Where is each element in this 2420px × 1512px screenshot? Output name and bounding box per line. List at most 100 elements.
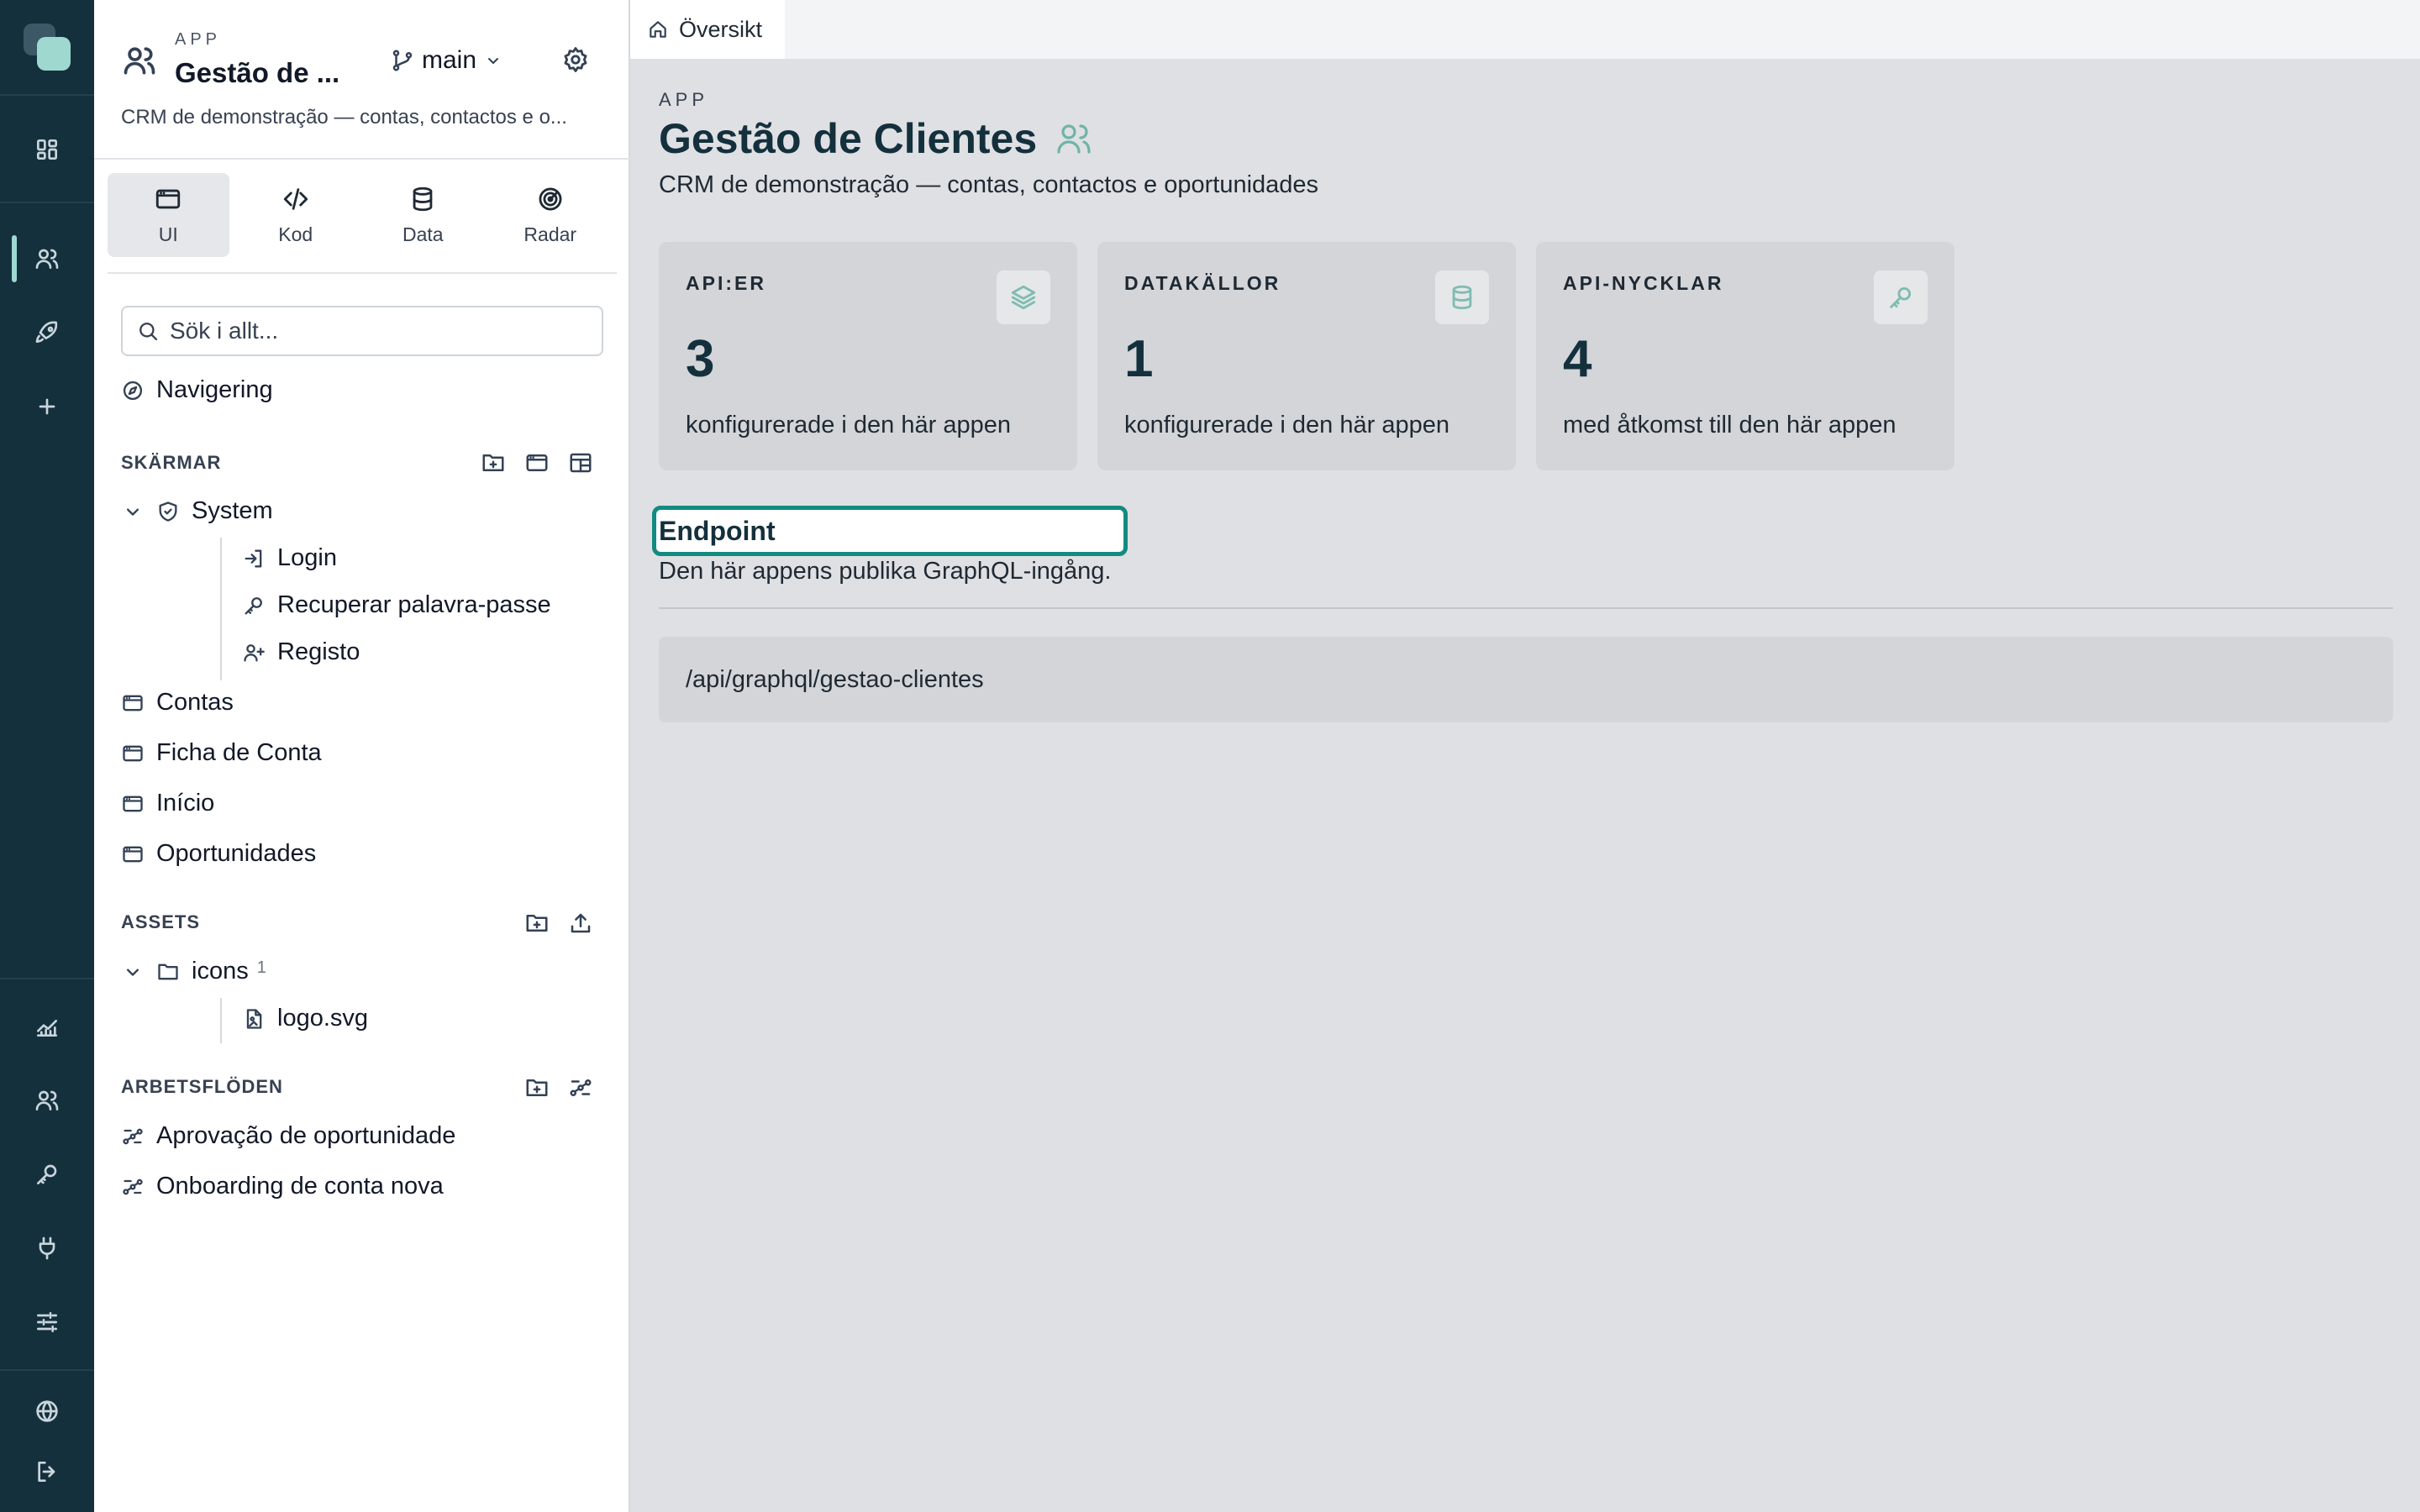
home-icon <box>647 18 669 40</box>
users-icon <box>1054 118 1094 159</box>
window-icon <box>121 691 145 715</box>
folder-label: System <box>192 497 273 524</box>
chart-icon[interactable] <box>24 1003 71 1050</box>
sliders-icon[interactable] <box>24 1299 71 1346</box>
endpoint-description: Den här appens publika GraphQL-ingång. <box>659 558 1112 585</box>
stat-label: API:ER <box>686 272 766 294</box>
workflows-actions <box>524 1075 593 1100</box>
tab-radar[interactable]: Radar <box>490 173 612 257</box>
radar-icon <box>536 185 565 213</box>
workflow-onboarding-de-conta-nova[interactable]: Onboarding de conta nova <box>121 1173 444 1200</box>
screen-registo[interactable]: Registo <box>242 638 360 666</box>
active-indicator <box>12 235 17 282</box>
database-icon <box>408 185 437 213</box>
tree-guide <box>220 538 222 680</box>
endpoint-url-field[interactable]: /api/graphql/gestao-clientes <box>659 637 2393 722</box>
window-icon <box>121 843 145 866</box>
page-description: CRM de demonstração — contas, contactos … <box>659 171 1319 198</box>
tab-data[interactable]: Data <box>362 173 484 257</box>
stat-card-datasources[interactable]: DATAKÄLLOR 1 konfigurerade i den här app… <box>1097 242 1516 470</box>
add-folder-icon[interactable] <box>524 911 550 936</box>
tab-label: UI <box>158 223 178 245</box>
screen-contas[interactable]: Contas <box>121 689 234 717</box>
window-icon <box>154 185 182 213</box>
screen-oportunidades[interactable]: Oportunidades <box>121 840 316 868</box>
screen-ficha-de-conta[interactable]: Ficha de Conta <box>121 739 322 767</box>
logo[interactable] <box>24 24 71 71</box>
add-folder-icon[interactable] <box>524 1075 550 1100</box>
sidebar-item-navigation[interactable]: Navigering <box>121 376 273 404</box>
app-rail <box>0 0 94 1512</box>
logout-icon[interactable] <box>24 1448 71 1495</box>
folder-icons[interactable]: icons 1 <box>121 958 266 985</box>
screen-label: Oportunidades <box>156 840 317 867</box>
search-box[interactable] <box>121 306 603 356</box>
page-kicker: APP <box>659 89 709 110</box>
team-icon[interactable] <box>24 1077 71 1124</box>
assets-actions <box>524 911 593 936</box>
rail-divider <box>0 202 94 203</box>
add-screen-icon[interactable] <box>524 450 550 475</box>
screen-inicio[interactable]: Início <box>121 790 214 817</box>
screen-label: Início <box>156 790 215 816</box>
folder-system[interactable]: System <box>121 497 273 525</box>
stat-card-apis[interactable]: API:ER 3 konfigurerade i den här appen <box>659 242 1077 470</box>
dashboard-icon[interactable] <box>24 126 71 173</box>
rail-divider <box>0 1369 94 1371</box>
chevron-down-icon <box>121 500 145 523</box>
rail-divider <box>0 978 94 979</box>
chevron-down-icon <box>121 960 145 984</box>
endpoint-heading: Endpoint <box>659 516 776 546</box>
screen-label: Ficha de Conta <box>156 739 322 766</box>
tab-label: Kod <box>278 223 313 245</box>
tab-label: Data <box>402 223 444 245</box>
git-branch-icon <box>390 48 415 73</box>
tab-label: Översikt <box>679 16 763 42</box>
asset-logo-svg[interactable]: logo.svg <box>242 1005 368 1032</box>
section-header-workflows: ARBETSFLÖDEN <box>121 1076 283 1097</box>
asset-label: logo.svg <box>277 1005 369 1032</box>
database-icon <box>1435 270 1489 324</box>
workflow-aprovacao-de-oportunidade[interactable]: Aprovação de oportunidade <box>121 1122 455 1150</box>
search-input[interactable] <box>170 318 573 344</box>
workflow-icon[interactable] <box>568 1075 593 1100</box>
branch-selector[interactable]: main <box>390 44 503 77</box>
rail-divider <box>0 94 94 96</box>
screen-recuperar-palavra-passe[interactable]: Recuperar palavra-passe <box>242 591 551 619</box>
endpoint-url: /api/graphql/gestao-clientes <box>686 665 984 693</box>
main-content: Översikt APP Gestão de Clientes CRM de d… <box>630 0 2420 1512</box>
tab-kod[interactable]: Kod <box>235 173 357 257</box>
app-header: APP Gestão de ... main CRM de demonstraç… <box>94 0 630 160</box>
stat-label: API-NYCKLAR <box>1563 272 1724 294</box>
login-icon <box>242 547 266 570</box>
stat-card-api-keys[interactable]: API-NYCKLAR 4 med åtkomst till den här a… <box>1536 242 1954 470</box>
tab-label: Radar <box>523 223 577 245</box>
tab-ui[interactable]: UI <box>108 173 229 257</box>
screen-label: Contas <box>156 689 234 716</box>
plus-icon[interactable] <box>24 383 71 430</box>
workflow-icon <box>121 1175 145 1199</box>
add-folder-icon[interactable] <box>481 450 506 475</box>
stat-value: 1 <box>1124 330 1154 388</box>
screens-actions <box>481 450 593 475</box>
gear-icon[interactable] <box>558 42 593 77</box>
globe-icon[interactable] <box>24 1388 71 1435</box>
key-icon[interactable] <box>24 1151 71 1198</box>
screen-login[interactable]: Login <box>242 544 337 572</box>
sidebar: APP Gestão de ... main CRM de demonstraç… <box>94 0 630 1512</box>
search-icon <box>136 319 160 343</box>
page-title-row: Gestão de Clientes <box>659 114 1094 163</box>
rocket-icon[interactable] <box>24 309 71 356</box>
sidebar-tabs: UI Kod Data Radar <box>108 173 617 274</box>
stat-subtitle: konfigurerade i den här appen <box>1124 412 1449 438</box>
page-title: Gestão de Clientes <box>659 115 1038 162</box>
user-plus-icon <box>242 641 266 664</box>
app-description: CRM de demonstração — contas, contactos … <box>121 106 567 129</box>
plug-icon[interactable] <box>24 1225 71 1272</box>
workflow-label: Onboarding de conta nova <box>156 1173 444 1200</box>
window-icon <box>121 742 145 765</box>
tab-oversikt[interactable]: Översikt <box>630 0 785 59</box>
upload-icon[interactable] <box>568 911 593 936</box>
layout-icon[interactable] <box>568 450 593 475</box>
users-icon[interactable] <box>24 235 71 282</box>
